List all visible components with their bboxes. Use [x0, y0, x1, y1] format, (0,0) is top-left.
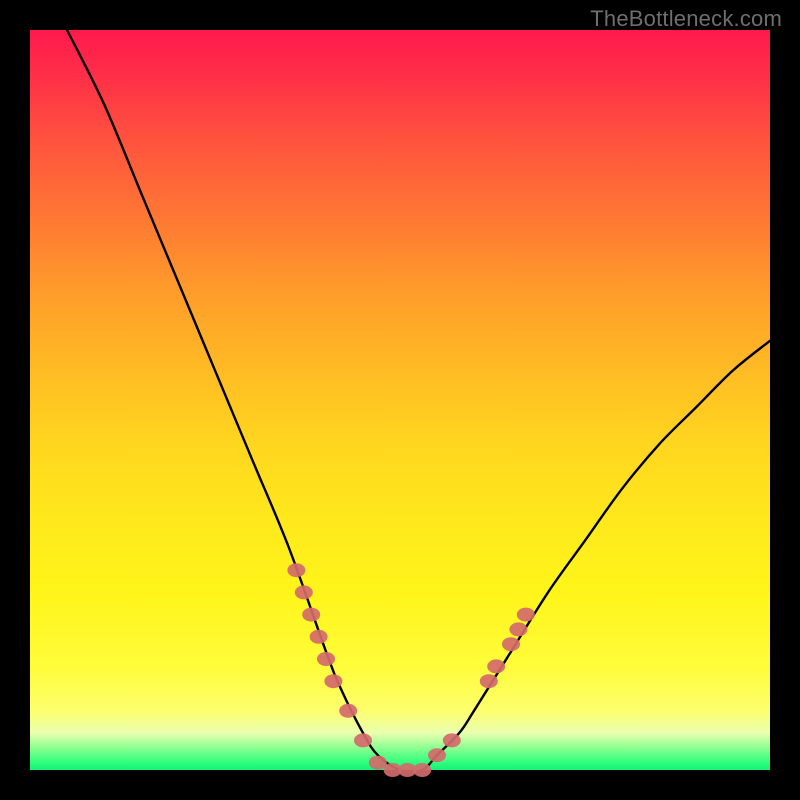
- marker-dot: [287, 563, 305, 577]
- marker-dot: [517, 608, 535, 622]
- markers-layer: [287, 563, 534, 777]
- marker-dot: [302, 608, 320, 622]
- marker-dot: [502, 637, 520, 651]
- marker-dot: [339, 704, 357, 718]
- marker-dot: [310, 630, 328, 644]
- chart-frame: TheBottleneck.com: [0, 0, 800, 800]
- watermark-text: TheBottleneck.com: [590, 6, 782, 32]
- marker-dot: [443, 733, 461, 747]
- marker-dot: [354, 733, 372, 747]
- marker-dot: [317, 652, 335, 666]
- marker-dot: [413, 763, 431, 777]
- marker-dot: [428, 748, 446, 762]
- curve-layer: [67, 30, 770, 772]
- marker-dot: [295, 585, 313, 599]
- marker-dot: [487, 659, 505, 673]
- plot-area: [30, 30, 770, 770]
- marker-dot: [369, 756, 387, 770]
- chart-svg: [30, 30, 770, 770]
- marker-dot: [324, 674, 342, 688]
- marker-dot: [480, 674, 498, 688]
- bottleneck-curve: [67, 30, 770, 772]
- marker-dot: [509, 622, 527, 636]
